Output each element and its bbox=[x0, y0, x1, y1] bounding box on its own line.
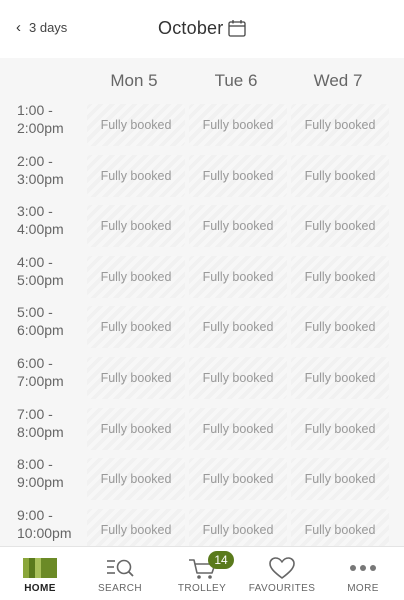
slot-time: 7:00 -8:00pm bbox=[17, 405, 64, 440]
tab-more-label: MORE bbox=[347, 583, 379, 594]
slot-time: 5:00 -6:00pm bbox=[17, 304, 64, 339]
home-icon bbox=[23, 558, 57, 578]
day-header-wed: Wed 7 bbox=[313, 71, 363, 90]
slot-cell: Fully booked bbox=[291, 154, 389, 197]
tab-more[interactable]: MORE bbox=[323, 547, 403, 600]
slot-time: 9:00 -10:00pm bbox=[17, 506, 72, 541]
slot-row: 2:00 -3:00pm Fully booked Fully booked F… bbox=[0, 152, 404, 202]
slot-cell: Fully booked bbox=[189, 255, 287, 298]
slot-cell: Fully booked bbox=[189, 357, 287, 399]
slot-row: 4:00 -5:00pm Fully booked Fully booked F… bbox=[0, 253, 404, 303]
slot-cell: Fully booked bbox=[189, 458, 287, 501]
slot-row: 6:00 -7:00pm Fully booked Fully booked F… bbox=[0, 354, 404, 404]
slot-cell: Fully booked bbox=[291, 407, 389, 450]
bottom-tab-bar: HOME SEARCH 14 TROLLEY FAVOURITES MORE bbox=[0, 546, 404, 600]
tab-home[interactable]: HOME bbox=[0, 547, 80, 600]
slot-cell: Fully booked bbox=[87, 154, 185, 197]
chevron-left-icon: ‹ bbox=[16, 19, 21, 36]
month-title: October bbox=[158, 18, 224, 38]
slot-time: 8:00 -9:00pm bbox=[17, 456, 64, 491]
more-dots-icon bbox=[350, 565, 376, 571]
tab-trolley-label: TROLLEY bbox=[177, 583, 227, 594]
slot-cell: Fully booked bbox=[189, 508, 287, 551]
slot-cell: Fully booked bbox=[291, 458, 389, 501]
slot-cell: Fully booked bbox=[189, 154, 287, 197]
slot-cell: Fully booked bbox=[189, 407, 287, 450]
calendar-icon[interactable] bbox=[228, 19, 246, 37]
tab-search-label: SEARCH bbox=[97, 583, 143, 594]
tab-search[interactable]: SEARCH bbox=[80, 547, 160, 600]
slot-row: 3:00 -4:00pm Fully booked Fully booked F… bbox=[0, 202, 404, 252]
tab-trolley[interactable]: 14 TROLLEY bbox=[162, 547, 242, 600]
slot-row: 8:00 -9:00pm Fully booked Fully booked F… bbox=[0, 455, 404, 505]
slot-cell: Fully booked bbox=[291, 508, 389, 551]
slot-time: 1:00 -2:00pm bbox=[17, 102, 64, 136]
slot-time: 3:00 -4:00pm bbox=[17, 203, 64, 238]
search-icon bbox=[107, 559, 134, 577]
slot-time: 6:00 -7:00pm bbox=[17, 355, 64, 389]
trolley-count-badge: 14 bbox=[208, 551, 234, 569]
slot-row: 1:00 -2:00pm Fully booked Fully booked F… bbox=[0, 101, 404, 151]
slot-row: 5:00 -6:00pm Fully booked Fully booked F… bbox=[0, 303, 404, 353]
day-header-tue: Tue 6 bbox=[214, 71, 258, 90]
slot-cell: Fully booked bbox=[87, 255, 185, 298]
slot-time: 4:00 -5:00pm bbox=[17, 253, 64, 288]
slot-cell: Fully booked bbox=[87, 458, 185, 501]
slot-cell: Fully booked bbox=[291, 255, 389, 298]
slot-cell: Fully booked bbox=[291, 104, 389, 146]
day-header-mon: Mon 5 bbox=[110, 71, 158, 90]
slot-cell: Fully booked bbox=[87, 205, 185, 248]
header: ‹ 3 days October bbox=[0, 0, 404, 58]
back-label: 3 days bbox=[29, 20, 68, 35]
slot-cell: Fully booked bbox=[87, 357, 185, 399]
slot-cell: Fully booked bbox=[189, 306, 287, 349]
slot-cell: Fully booked bbox=[87, 104, 185, 146]
slot-row: 7:00 -8:00pm Fully booked Fully booked F… bbox=[0, 405, 404, 455]
day-header-row: Mon 5 Tue 6 Wed 7 bbox=[0, 58, 404, 104]
slot-cell: Fully booked bbox=[291, 205, 389, 248]
slot-cell: Fully booked bbox=[87, 306, 185, 349]
back-3-days-button[interactable]: ‹ 3 days bbox=[16, 20, 67, 35]
slot-cell: Fully booked bbox=[87, 407, 185, 450]
tab-home-label: HOME bbox=[24, 583, 56, 594]
slot-time: 2:00 -3:00pm bbox=[17, 152, 64, 187]
heart-icon bbox=[269, 557, 295, 579]
slot-cell: Fully booked bbox=[189, 205, 287, 248]
slot-cell: Fully booked bbox=[87, 508, 185, 551]
tab-favourites-label: FAVOURITES bbox=[248, 583, 316, 594]
tab-favourites[interactable]: FAVOURITES bbox=[242, 547, 322, 600]
slot-cell: Fully booked bbox=[291, 357, 389, 399]
slot-cell: Fully booked bbox=[189, 104, 287, 146]
slot-cell: Fully booked bbox=[291, 306, 389, 349]
